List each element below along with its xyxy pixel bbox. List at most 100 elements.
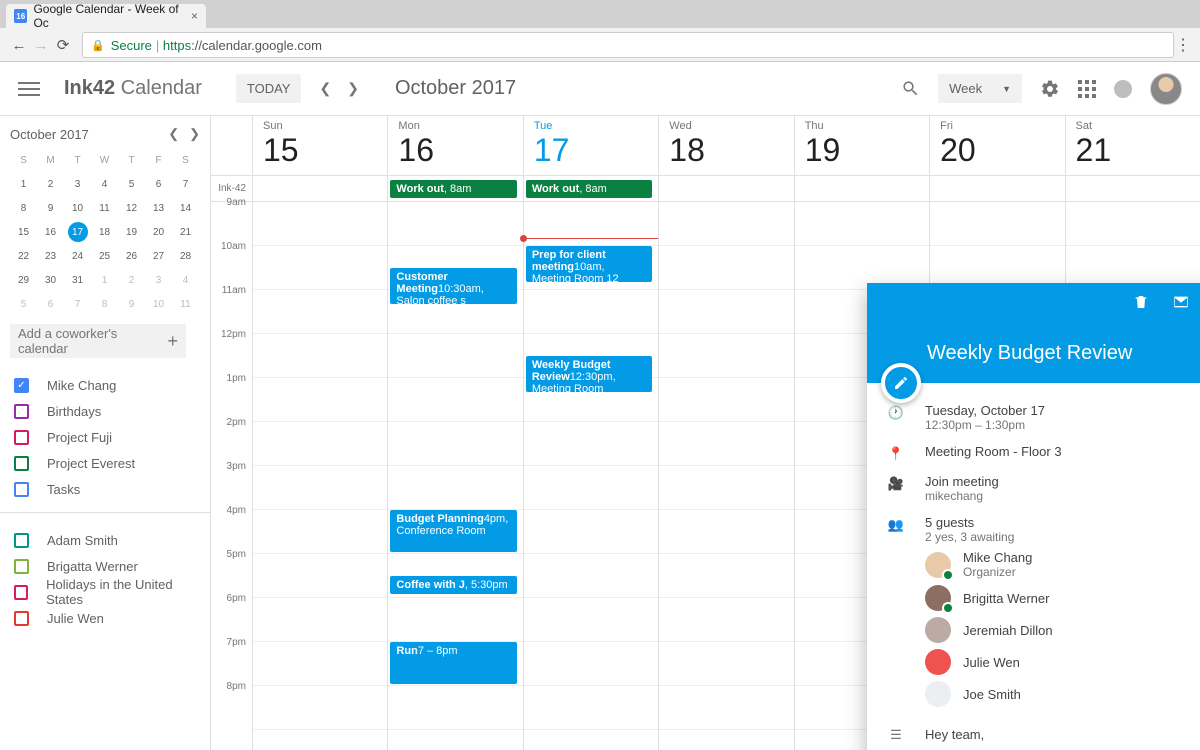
mini-cell[interactable]: 8	[91, 292, 118, 316]
mini-cell[interactable]: 5	[118, 172, 145, 196]
checkbox[interactable]	[14, 585, 28, 600]
forward-icon[interactable]: →	[30, 37, 52, 54]
calendar-event[interactable]: Prep for client meeting10am, Meeting Roo…	[526, 246, 652, 282]
mini-cell[interactable]: 18	[91, 220, 118, 244]
mini-cell[interactable]: 10	[64, 196, 91, 220]
checkbox[interactable]	[14, 404, 29, 419]
day-header[interactable]: Wed18	[658, 116, 793, 175]
mini-cell[interactable]: 11	[172, 292, 199, 316]
mini-cell[interactable]: 3	[64, 172, 91, 196]
mini-cell[interactable]: 23	[37, 244, 64, 268]
browser-menu-icon[interactable]: ⋮	[1174, 35, 1192, 55]
view-dropdown[interactable]: Week▼	[938, 74, 1022, 103]
reload-icon[interactable]: ⟳	[52, 36, 74, 54]
mini-cell[interactable]: 6	[145, 172, 172, 196]
calendar-event[interactable]: Run7 – 8pm	[390, 642, 516, 684]
mini-prev-icon[interactable]: ❮	[168, 126, 179, 142]
calendar-item[interactable]: Mike Chang	[10, 372, 200, 398]
hamburger-icon[interactable]	[18, 82, 40, 96]
address-bar[interactable]: 🔒 Secure | https ://calendar.google.com	[82, 32, 1174, 58]
checkbox[interactable]	[14, 378, 29, 393]
calendar-item[interactable]: Project Fuji	[10, 424, 200, 450]
mini-cell[interactable]: 9	[118, 292, 145, 316]
edit-button[interactable]	[881, 363, 921, 403]
calendar-item[interactable]: Tasks	[10, 476, 200, 502]
mini-cell[interactable]: 4	[91, 172, 118, 196]
mini-cell[interactable]: 13	[145, 196, 172, 220]
calendar-event[interactable]: Work out, 8am	[390, 180, 516, 198]
today-button[interactable]: TODAY	[236, 74, 302, 103]
mini-cell[interactable]: 24	[64, 244, 91, 268]
checkbox[interactable]	[14, 456, 29, 471]
mini-cell[interactable]: 17	[68, 222, 88, 242]
calendar-event[interactable]: Budget Planning4pm, Conference Room	[390, 510, 516, 552]
mini-cell[interactable]: 11	[91, 196, 118, 220]
mini-cell[interactable]: 10	[145, 292, 172, 316]
mini-cell[interactable]: 26	[118, 244, 145, 268]
mini-cell[interactable]: 1	[91, 268, 118, 292]
close-icon[interactable]: ×	[191, 9, 198, 23]
search-icon[interactable]	[901, 79, 920, 98]
mini-cell[interactable]: 20	[145, 220, 172, 244]
mini-cell[interactable]: 27	[145, 244, 172, 268]
mini-cell[interactable]: 7	[172, 172, 199, 196]
calendar-event[interactable]: Work out, 8am	[526, 180, 652, 198]
mini-cell[interactable]: 2	[118, 268, 145, 292]
mini-cell[interactable]: 31	[64, 268, 91, 292]
day-header[interactable]: Sat21	[1065, 116, 1200, 175]
checkbox[interactable]	[14, 533, 29, 548]
browser-tab[interactable]: 16 Google Calendar - Week of Oc ×	[6, 4, 206, 28]
calendar-event[interactable]: Coffee with J, 5:30pm	[390, 576, 516, 594]
mini-cell[interactable]: 21	[172, 220, 199, 244]
mini-cell[interactable]: 7	[64, 292, 91, 316]
mini-cell[interactable]: 19	[118, 220, 145, 244]
calendar-item[interactable]: Adam Smith	[10, 527, 200, 553]
calendar-item[interactable]: Project Everest	[10, 450, 200, 476]
mini-cell[interactable]: 4	[172, 268, 199, 292]
day-header[interactable]: Sun15	[252, 116, 387, 175]
checkbox[interactable]	[14, 559, 29, 574]
mini-cell[interactable]: 6	[37, 292, 64, 316]
notifications-icon[interactable]	[1114, 80, 1132, 98]
prev-week-button[interactable]: ❮	[311, 76, 339, 101]
day-header[interactable]: Tue17	[523, 116, 658, 175]
plus-icon[interactable]: +	[167, 331, 178, 352]
mini-cell[interactable]: 15	[10, 220, 37, 244]
checkbox[interactable]	[14, 482, 29, 497]
apps-icon[interactable]	[1078, 80, 1096, 98]
calendar-item[interactable]: Birthdays	[10, 398, 200, 424]
calendar-item[interactable]: Holidays in the United States	[10, 579, 200, 605]
delete-icon[interactable]	[1132, 293, 1150, 311]
mini-cell[interactable]: 25	[91, 244, 118, 268]
checkbox[interactable]	[14, 611, 29, 626]
calendar-item[interactable]: Julie Wen	[10, 605, 200, 631]
mini-cell[interactable]: 14	[172, 196, 199, 220]
mini-cell[interactable]: 3	[145, 268, 172, 292]
join-meeting-link[interactable]: Join meeting	[925, 474, 1200, 489]
user-avatar[interactable]	[1150, 73, 1182, 105]
next-week-button[interactable]: ❯	[339, 76, 367, 101]
mini-cell[interactable]: 30	[37, 268, 64, 292]
mini-calendar[interactable]: SMTWTFS123456789101112131415161718192021…	[10, 148, 200, 316]
mini-next-icon[interactable]: ❯	[189, 126, 200, 142]
checkbox[interactable]	[14, 430, 29, 445]
calendar-event[interactable]: Weekly Budget Review12:30pm, Meeting Roo…	[526, 356, 652, 392]
mini-cell[interactable]: 28	[172, 244, 199, 268]
mini-cell[interactable]: 16	[37, 220, 64, 244]
mini-cell[interactable]: 1	[10, 172, 37, 196]
mini-cell[interactable]: 8	[10, 196, 37, 220]
mini-cell[interactable]: 29	[10, 268, 37, 292]
gear-icon[interactable]	[1040, 79, 1060, 99]
day-header[interactable]: Thu19	[794, 116, 929, 175]
mini-cell[interactable]: 22	[10, 244, 37, 268]
mini-cell[interactable]: 9	[37, 196, 64, 220]
day-header[interactable]: Fri20	[929, 116, 1064, 175]
mini-cell[interactable]: 12	[118, 196, 145, 220]
mail-icon[interactable]	[1172, 293, 1190, 311]
calendar-item[interactable]: Brigatta Werner	[10, 553, 200, 579]
day-header[interactable]: Mon16	[387, 116, 522, 175]
back-icon[interactable]: ←	[8, 37, 30, 54]
mini-cell[interactable]: 5	[10, 292, 37, 316]
calendar-event[interactable]: Customer Meeting10:30am, Salon coffee s	[390, 268, 516, 304]
mini-cell[interactable]: 2	[37, 172, 64, 196]
